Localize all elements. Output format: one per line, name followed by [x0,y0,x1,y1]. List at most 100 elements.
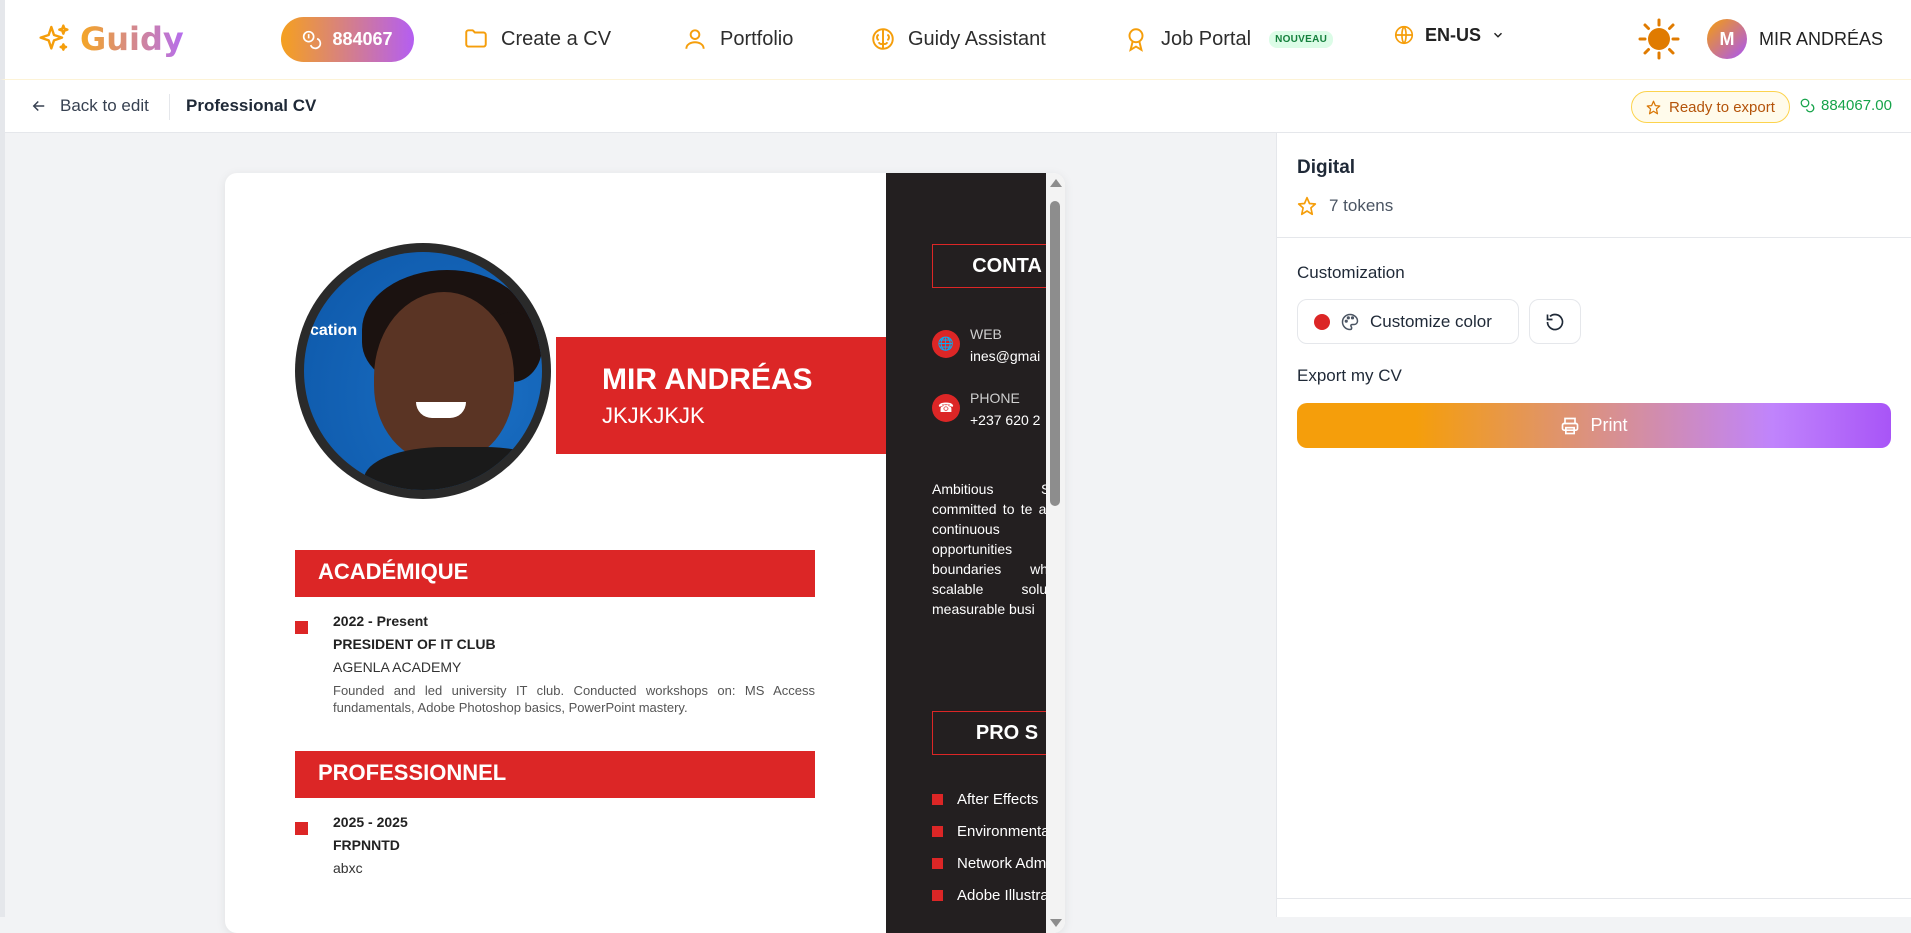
cv-scrollbar[interactable] [1046,173,1065,933]
nav-create-cv-label: Create a CV [501,27,612,50]
color-swatch [1314,313,1330,330]
photo-shirt [364,447,542,490]
export-panel: Digital 7 tokens Customization Customize… [1276,133,1911,917]
token-count: 884067 [332,29,393,49]
photo-face [374,292,514,462]
skill-item: After Effects [932,791,1038,808]
phone-label: PHONE [970,390,1020,406]
profile-photo: cation [295,243,551,499]
skill-label: Adobe Illustra [957,887,1049,904]
entry-date: 2025 - 2025 [333,814,408,830]
cv-sidebar: CONTA 🌐 WEB ines@gmai ☎ PHONE +237 620 2… [886,173,1065,933]
entry-date: 2022 - Present [333,613,428,629]
star-icon [1646,100,1661,114]
theme-toggle-sun-icon[interactable] [1638,18,1680,60]
new-badge: NOUVEAU [1269,30,1334,48]
document-title: Professional CV [186,96,317,115]
user-menu[interactable]: M MIR ANDRÉAS [1707,19,1883,59]
nav-guidy-assistant[interactable]: Guidy Assistant [870,22,1046,56]
section-academic-heading: ACADÉMIQUE [295,550,815,597]
section-professional-heading: PROFESSIONNEL [295,751,815,798]
entry-organization: abxc [333,860,363,876]
web-value: ines@gmai [970,348,1041,364]
phone-value: +237 620 2 [970,412,1041,428]
name-banner: MIR ANDRÉAS JKJKJKJK [556,337,886,454]
customize-color-label: Customize color [1370,311,1492,331]
divider [1277,898,1911,899]
back-to-edit-button[interactable]: Back to edit [30,96,149,116]
web-icon: 🌐 [932,330,960,358]
brand-name: Guidy [80,20,184,58]
user-name: MIR ANDRÉAS [1759,28,1884,49]
divider [1277,237,1911,238]
cv-document[interactable]: CONTA 🌐 WEB ines@gmai ☎ PHONE +237 620 2… [225,173,1065,933]
skill-label: Network Adm [957,855,1047,872]
editor-subbar: Back to edit Professional CV Ready to ex… [0,80,1911,133]
brand-logo[interactable]: Guidy [38,20,184,58]
print-button[interactable]: Print [1297,403,1891,448]
cv-name: MIR ANDRÉAS [602,363,813,396]
back-to-edit-label: Back to edit [60,96,149,115]
ready-to-export-label: Ready to export [1669,98,1775,116]
coins-icon [1800,98,1815,113]
skill-item: Network Adm [932,855,1046,872]
template-cost: 7 tokens [1297,196,1393,216]
chevron-down-icon [1494,32,1503,38]
bullet [932,890,943,901]
printer-icon [1562,417,1579,434]
palette-icon [1341,313,1359,330]
entry-description: Founded and led university IT club. Cond… [333,683,815,715]
profile-summary: Ambitious Sof committed to te and contin… [932,481,1062,617]
skill-label: Environmental [957,823,1053,840]
language-selector[interactable]: EN-US [1393,24,1505,46]
scrollbar-thumb[interactable] [1050,201,1060,506]
skill-label: After Effects [957,791,1039,808]
bullet [932,858,943,869]
print-label: Print [1590,415,1628,435]
bullet [932,826,943,837]
award-icon [1128,28,1144,52]
nav-create-cv[interactable]: Create a CV [463,22,611,56]
template-name: Digital [1297,157,1356,178]
nav-guidy-assistant-label: Guidy Assistant [908,27,1046,50]
language-label: EN-US [1425,24,1482,45]
scroll-down-icon[interactable] [1050,919,1062,927]
customization-title: Customization [1297,263,1405,282]
nav-job-portal-label: Job Portal [1161,27,1252,50]
divider [169,94,170,120]
coins-icon [303,30,322,49]
skill-item: Environmental [932,823,1053,840]
token-balance-value: 884067.00 [1821,97,1892,114]
user-icon [685,29,705,49]
avatar: M [1707,19,1747,59]
token-balance: 884067.00 [1800,97,1892,114]
bullet [295,621,308,634]
entry-title: PRESIDENT OF IT CLUB [333,636,496,652]
scroll-up-icon[interactable] [1050,179,1062,187]
entry-organization: AGENLA ACADEMY [333,659,462,675]
rotate-ccw-icon [1546,313,1564,330]
bullet [295,822,308,835]
reset-color-button[interactable] [1529,299,1581,344]
skill-item: Adobe Illustra [932,887,1049,904]
phone-icon: ☎ [932,394,960,422]
sparkles-icon [39,24,69,51]
cv-preview-canvas: CONTA 🌐 WEB ines@gmai ☎ PHONE +237 620 2… [0,133,1276,933]
token-balance-button[interactable]: 884067 [281,17,414,62]
web-label: WEB [970,326,1002,342]
folder-icon [465,29,487,48]
top-navigation: Guidy 884067 Create a CV Portfolio Guidy… [0,0,1911,80]
nav-portfolio-label: Portfolio [720,27,794,50]
bullet [932,794,943,805]
ready-to-export-badge: Ready to export [1631,91,1790,123]
brain-icon [872,28,894,50]
nav-portfolio[interactable]: Portfolio [682,22,793,56]
nav-job-portal[interactable]: Job Portal NOUVEAU [1123,22,1334,56]
photo-caption: cation [310,322,358,339]
export-title: Export my CV [1297,366,1402,385]
globe-icon [1394,25,1414,45]
cv-subtitle: JKJKJKJK [602,403,705,428]
customize-color-button[interactable]: Customize color [1297,299,1519,344]
star-icon [1297,196,1317,216]
entry-title: FRPNNTD [333,837,400,853]
